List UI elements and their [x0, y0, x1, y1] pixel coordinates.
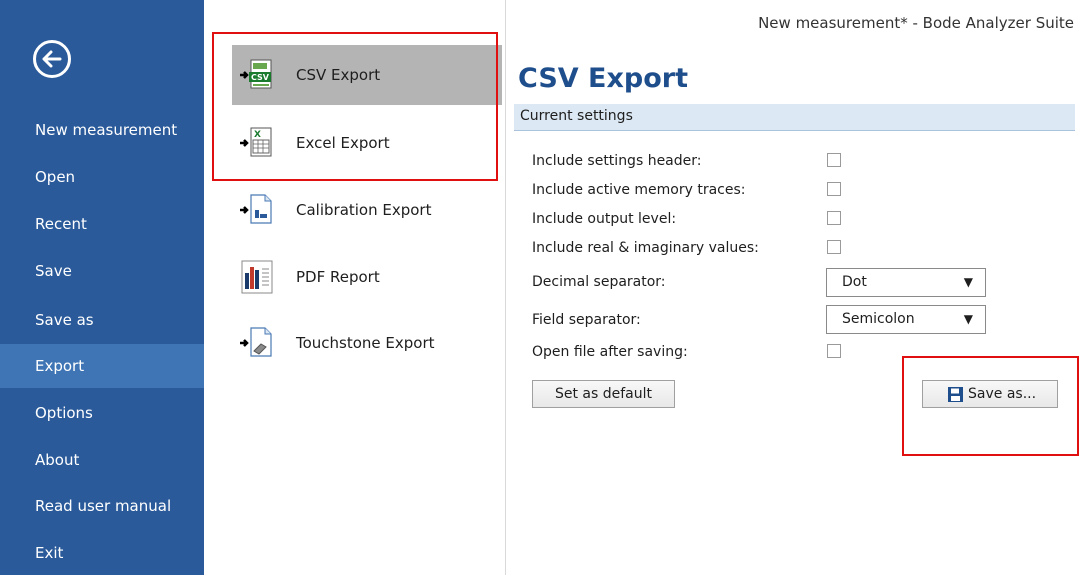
svg-text:X: X [254, 130, 261, 140]
select-value: Semicolon [842, 311, 915, 327]
back-button[interactable] [33, 40, 71, 78]
csv-export-icon: CSV [240, 59, 272, 89]
sidebar-item-export[interactable]: Export [0, 344, 204, 388]
open-file-after-saving-checkbox[interactable] [827, 344, 841, 358]
sidebar-item-recent[interactable]: Recent [0, 202, 204, 246]
include-output-level-checkbox[interactable] [827, 211, 841, 225]
setting-label: Field separator: [532, 312, 641, 328]
set-as-default-button[interactable]: Set as default [532, 380, 675, 408]
export-item-touchstone[interactable]: Touchstone Export [232, 313, 502, 373]
include-settings-header-checkbox[interactable] [827, 153, 841, 167]
sidebar-item-about[interactable]: About [0, 438, 204, 482]
export-item-label: CSV Export [296, 66, 381, 84]
setting-label: Open file after saving: [532, 344, 688, 360]
floppy-disk-icon [948, 387, 963, 402]
export-item-label: Excel Export [296, 134, 390, 152]
sidebar-item-save[interactable]: Save [0, 249, 204, 293]
back-arrow-icon [42, 50, 62, 68]
export-item-label: Touchstone Export [296, 334, 435, 352]
sidebar-item-options[interactable]: Options [0, 391, 204, 435]
setting-label: Decimal separator: [532, 274, 666, 290]
sidebar-item-exit[interactable]: Exit [0, 531, 204, 575]
calibration-export-icon [240, 194, 272, 224]
save-as-button[interactable]: Save as... [922, 380, 1058, 408]
setting-label: Include settings header: [532, 153, 702, 169]
section-header: Current settings [514, 104, 1075, 131]
pdf-report-icon [241, 260, 273, 294]
svg-text:CSV: CSV [251, 73, 270, 82]
export-item-pdf[interactable]: PDF Report [232, 247, 502, 307]
select-value: Dot [842, 274, 867, 290]
section-header-label: Current settings [520, 108, 633, 124]
sidebar-item-save-as[interactable]: Save as [0, 298, 204, 342]
field-separator-select[interactable]: Semicolon ▼ [826, 305, 986, 334]
setting-label: Include output level: [532, 211, 677, 227]
bode-analyzer-window: New measurement Open Recent Save Save as… [0, 0, 1085, 575]
include-real-imaginary-checkbox[interactable] [827, 240, 841, 254]
export-type-list: CSV CSV Export X Excel Export Calibratio… [204, 0, 506, 575]
export-item-label: Calibration Export [296, 201, 432, 219]
page-title: CSV Export [518, 63, 689, 94]
export-item-label: PDF Report [296, 268, 380, 286]
setting-label: Include active memory traces: [532, 182, 746, 198]
window-title: New measurement* - Bode Analyzer Suite [758, 14, 1074, 32]
touchstone-export-icon [240, 327, 272, 357]
export-item-excel[interactable]: X Excel Export [232, 113, 502, 173]
dropdown-arrow-icon: ▼ [963, 275, 973, 289]
include-memory-traces-checkbox[interactable] [827, 182, 841, 196]
setting-label: Include real & imaginary values: [532, 240, 759, 256]
export-item-calibration[interactable]: Calibration Export [232, 180, 502, 240]
dropdown-arrow-icon: ▼ [963, 312, 973, 326]
sidebar-item-new-measurement[interactable]: New measurement [0, 108, 204, 152]
button-label: Save as... [968, 386, 1037, 402]
button-label: Set as default [554, 386, 653, 402]
decimal-separator-select[interactable]: Dot ▼ [826, 268, 986, 297]
sidebar-item-open[interactable]: Open [0, 155, 204, 199]
excel-export-icon: X [240, 127, 272, 157]
export-item-csv[interactable]: CSV CSV Export [232, 45, 502, 105]
backstage-sidebar: New measurement Open Recent Save Save as… [0, 0, 204, 575]
sidebar-item-read-user-manual[interactable]: Read user manual [0, 484, 204, 528]
